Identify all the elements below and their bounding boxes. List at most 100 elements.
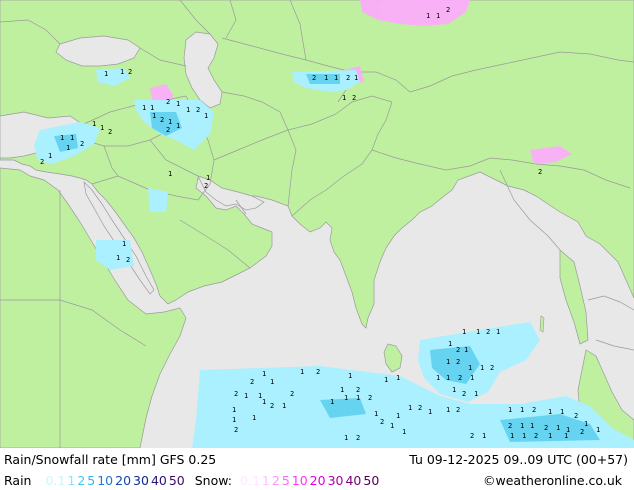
precip-marker: 1	[150, 104, 154, 112]
precip-marker: 1	[446, 406, 450, 414]
precip-marker: 1	[482, 432, 486, 440]
snow-scale-8: 50	[363, 472, 380, 488]
precip-marker: 2	[544, 424, 548, 432]
precip-marker: 2	[456, 358, 460, 366]
precip-marker: 1	[300, 368, 304, 376]
snow-label: Snow:	[194, 472, 233, 488]
precip-marker: 1	[390, 422, 394, 430]
precip-marker: 1	[448, 340, 452, 348]
forecast-datetime: Tu 09-12-2025 09..09 UTC (00+57)	[409, 451, 628, 467]
precip-marker: 1	[252, 414, 256, 422]
precip-marker: 1	[104, 70, 108, 78]
precip-marker: 1	[168, 170, 172, 178]
precip-marker: 1	[480, 364, 484, 372]
precip-marker: 1	[204, 112, 208, 120]
snow-scale: 0.1 1 2 5 10 20 30 40 50	[240, 473, 381, 488]
precip-marker: 1	[356, 394, 360, 402]
precip-marker: 2	[456, 406, 460, 414]
precip-marker: 1	[548, 408, 552, 416]
precip-marker: 2	[532, 406, 536, 414]
precip-marker: 1	[584, 420, 588, 428]
precip-marker: 1	[470, 374, 474, 382]
precip-marker: 2	[490, 364, 494, 372]
rain-scale-4: 10	[97, 472, 114, 488]
precip-marker: 1	[168, 118, 172, 126]
precip-marker: 1	[340, 386, 344, 394]
precip-marker: 1	[244, 392, 248, 400]
precip-marker: 2	[462, 390, 466, 398]
precip-marker: 1	[374, 410, 378, 418]
footer: Rain/Snowfall rate [mm] GFS 0.25 Tu 09-1…	[0, 448, 634, 490]
precip-marker: 1	[402, 428, 406, 436]
precip-marker: 1	[282, 402, 286, 410]
precip-marker: 1	[152, 112, 156, 120]
precip-marker: 1	[560, 408, 564, 416]
precip-marker: 2	[166, 126, 170, 134]
precip-marker: 1	[348, 372, 352, 380]
precip-marker: 1	[206, 174, 210, 182]
precip-marker: 1	[520, 422, 524, 430]
precip-marker: 1	[176, 100, 180, 108]
precip-marker: 2	[234, 390, 238, 398]
rain-scale-7: 40	[150, 472, 167, 488]
snow-scale-4: 10	[291, 472, 308, 488]
precip-marker: 2	[356, 434, 360, 442]
precip-marker: 1	[548, 432, 552, 440]
weather-map: 2112112112112112112112112112112112112112…	[0, 0, 634, 449]
precip-marker: 1	[384, 376, 388, 384]
precip-marker: 1	[556, 424, 560, 432]
footer-row-title: Rain/Snowfall rate [mm] GFS 0.25 Tu 09-1…	[4, 449, 628, 469]
precip-marker: 1	[100, 124, 104, 132]
credit-link[interactable]: ©weatheronline.co.uk	[483, 473, 622, 488]
precip-marker: 2	[270, 402, 274, 410]
precip-marker: 1	[436, 12, 440, 20]
precip-marker: 2	[458, 374, 462, 382]
precip-marker: 1	[408, 404, 412, 412]
precip-marker: 1	[510, 432, 514, 440]
land-andaman	[539, 315, 545, 333]
precip-marker: 1	[66, 144, 70, 152]
precip-marker: 2	[166, 98, 170, 106]
precip-marker: 1	[344, 434, 348, 442]
precip-marker: 1	[474, 390, 478, 398]
rain-scale-6: 30	[133, 472, 149, 488]
precip-marker: 2	[160, 116, 164, 124]
precip-marker: 1	[464, 346, 468, 354]
precip-marker: 1	[462, 328, 466, 336]
precip-marker: 2	[80, 140, 84, 148]
precip-marker: 1	[342, 94, 346, 102]
rain-scale-5: 20	[115, 472, 132, 488]
precip-marker: 2	[108, 128, 112, 136]
precip-marker: 1	[522, 432, 526, 440]
precip-marker: 2	[290, 390, 294, 398]
precip-marker: 2	[126, 256, 130, 264]
precip-marker: 1	[324, 74, 328, 82]
precip-marker: 1	[232, 406, 236, 414]
precip-marker: 1	[596, 426, 600, 434]
rain-scale-1: 1	[67, 472, 76, 488]
precip-marker: 2	[486, 328, 490, 336]
precip-marker: 2	[196, 106, 200, 114]
rain-scale-0: 0.1	[45, 472, 66, 488]
snow-scale-6: 30	[327, 472, 344, 488]
snow-scale-0: 0.1	[240, 472, 260, 488]
precip-marker: 2	[538, 168, 542, 176]
precip-marker: 1	[508, 406, 512, 414]
precip-marker: 2	[418, 404, 422, 412]
precip-marker: 1	[48, 152, 52, 160]
precip-marker: 1	[92, 120, 96, 128]
rain-scale-8: 50	[168, 472, 185, 488]
precip-marker: 1	[262, 398, 266, 406]
precip-marker: 1	[344, 394, 348, 402]
precip-marker: 2	[508, 422, 512, 430]
snow-scale-5: 20	[309, 472, 326, 488]
precip-marker: 2	[316, 368, 320, 376]
precip-marker: 2	[40, 158, 44, 166]
precip-marker: 1	[334, 74, 338, 82]
snow-scale-3: 5	[281, 472, 290, 488]
precip-marker: 2	[346, 74, 350, 82]
precip-marker: 2	[534, 432, 538, 440]
precip-marker: 1	[564, 432, 568, 440]
precip-marker: 1	[426, 12, 430, 20]
precip-marker: 1	[396, 374, 400, 382]
